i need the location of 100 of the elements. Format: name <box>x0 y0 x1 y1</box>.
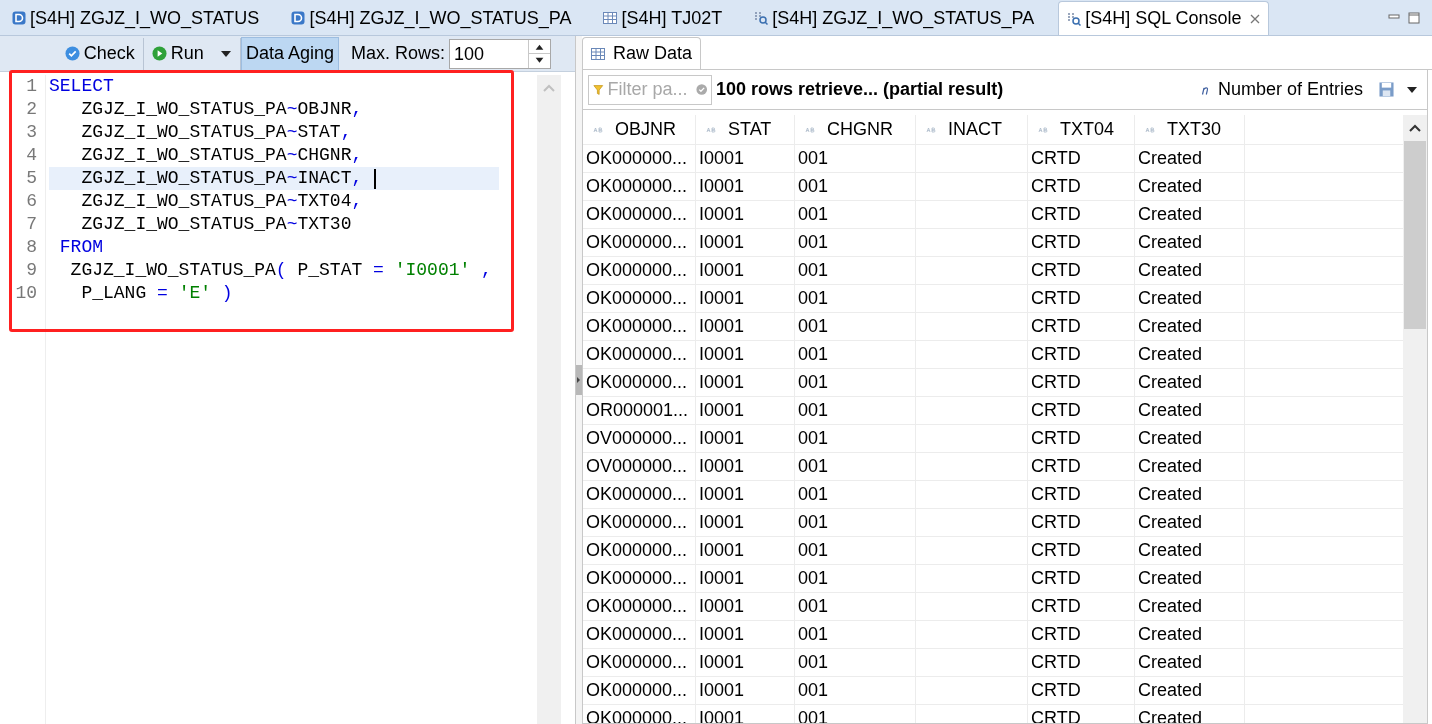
number-of-entries-button[interactable]: Number of Entries <box>1200 76 1363 103</box>
table-cell-text: 001 <box>798 595 829 618</box>
caret-icon[interactable] <box>1406 85 1418 94</box>
table-cell-text: Created <box>1138 679 1203 702</box>
line-number: 9 <box>26 259 37 282</box>
table-cell-text: OV000000... <box>586 427 688 450</box>
text-cursor <box>374 168 377 189</box>
editor-tab[interactable]: [S4H] ZGJZ_I_WO_STATUS <box>4 1 268 35</box>
table-cell-text: OK000000... <box>586 259 688 282</box>
column-header[interactable]: TXT04 <box>1028 115 1135 144</box>
table-cell-text: OK000000... <box>586 147 688 170</box>
table-cell-text: Created <box>1138 231 1203 254</box>
table-cell-text: I0001 <box>699 259 745 282</box>
text-type-icon <box>1145 126 1155 133</box>
table-cell-text: Created <box>1138 399 1203 422</box>
column-header[interactable]: CHGNR <box>795 115 916 144</box>
table-cell-text: OK000000... <box>586 483 688 506</box>
line-number: 7 <box>26 213 37 236</box>
column-header[interactable]: TXT30 <box>1135 115 1245 144</box>
caret-icon <box>219 49 232 58</box>
table-cell-text: I0001 <box>699 455 745 478</box>
table-cell-text: CRTD <box>1031 679 1081 702</box>
check-button[interactable]: Check <box>56 37 144 70</box>
raw-data-tab[interactable]: Raw Data <box>582 37 702 69</box>
table-cell-text: I0001 <box>699 511 745 534</box>
table-cell-text: I0001 <box>699 483 745 506</box>
text-type-icon <box>1038 126 1048 133</box>
vertical-scrollbar[interactable] <box>537 75 561 724</box>
table-cell-text: Created <box>1138 455 1203 478</box>
table-cell-text: OK000000... <box>586 511 688 534</box>
run-button[interactable]: Run <box>143 37 212 70</box>
table-cell-text: Created <box>1138 259 1203 282</box>
table-cell-text: I0001 <box>699 231 745 254</box>
count-icon <box>1200 84 1210 95</box>
table-cell-text: CRTD <box>1031 399 1081 422</box>
table-cell-text: Created <box>1138 315 1203 338</box>
table-cell-text: CRTD <box>1031 343 1081 366</box>
table-cell-text: I0001 <box>699 595 745 618</box>
data-aging-button[interactable]: Data Aging <box>240 36 339 71</box>
table-cell-text: I0001 <box>699 371 745 394</box>
filter-field[interactable]: Filter pa... <box>588 74 712 105</box>
table-cell-text: Created <box>1138 595 1203 618</box>
max-rows-spinner[interactable]: 100 <box>449 38 551 69</box>
table-cell-text: CRTD <box>1031 315 1081 338</box>
vertical-scrollbar[interactable] <box>1403 115 1427 723</box>
table-cell-text: 001 <box>798 259 829 282</box>
code-line: ZGJZ_I_WO_STATUS_PA( P_STAT = 'I0001' , <box>69 259 493 282</box>
table-cell-text: I0001 <box>699 427 745 450</box>
line-number: 5 <box>26 167 37 190</box>
document-icon <box>291 11 306 25</box>
code-line: ZGJZ_I_WO_STATUS_PA~TXT30 <box>80 213 353 236</box>
table-cell-text: CRTD <box>1031 623 1081 646</box>
scroll-up-icon[interactable] <box>1408 123 1422 133</box>
run-icon <box>151 46 167 61</box>
table-cell-text: Created <box>1138 427 1203 450</box>
table-cell-text: Created <box>1138 147 1203 170</box>
table-cell-text: 001 <box>798 539 829 562</box>
editor-tab[interactable]: [S4H] ZGJZ_I_WO_STATUS_PA <box>746 1 1043 35</box>
table-cell-text: 001 <box>798 427 829 450</box>
column-header[interactable]: STAT <box>696 115 795 144</box>
column-header[interactable]: INACT <box>916 115 1028 144</box>
maximize-icon[interactable] <box>1408 11 1420 24</box>
editor-tab[interactable]: [S4H] TJ02T <box>595 1 731 35</box>
table-cell-text: 001 <box>798 343 829 366</box>
editor-tab[interactable]: [S4H] ZGJZ_I_WO_STATUS_PA <box>283 1 580 35</box>
table-cell-text: I0001 <box>699 539 745 562</box>
table-cell-text: 001 <box>798 399 829 422</box>
code-line: SELECT <box>49 75 115 98</box>
table-cell-text: Created <box>1138 175 1203 198</box>
editor-tab[interactable]: [S4H] SQL Console <box>1058 1 1269 35</box>
panel-sash[interactable] <box>576 36 582 724</box>
table-cell-text: OK000000... <box>586 651 688 674</box>
result-status: 100 rows retrieve... (partial result) <box>716 78 1004 101</box>
close-icon[interactable] <box>1249 13 1260 24</box>
table-cell-text: I0001 <box>699 567 745 590</box>
table-cell-text: I0001 <box>699 343 745 366</box>
table-cell-text: I0001 <box>699 651 745 674</box>
table-cell-text: CRTD <box>1031 511 1081 534</box>
table-cell-text: 001 <box>798 203 829 226</box>
table-cell-text: Created <box>1138 203 1203 226</box>
line-number: 1 <box>26 75 37 98</box>
table-cell-text: OK000000... <box>586 623 688 646</box>
table-cell-text: Created <box>1138 539 1203 562</box>
table-cell-text: CRTD <box>1031 259 1081 282</box>
line-number: 4 <box>26 144 37 167</box>
table-cell-text: OK000000... <box>586 539 688 562</box>
table-cell-text: 001 <box>798 175 829 198</box>
table-cell-text: 001 <box>798 147 829 170</box>
save-icon[interactable] <box>1379 82 1394 97</box>
table-cell-text: 001 <box>798 511 829 534</box>
clear-icon[interactable] <box>695 83 707 96</box>
scrollbar-thumb[interactable] <box>1404 141 1426 329</box>
table-cell-text: I0001 <box>699 679 745 702</box>
line-number: 8 <box>26 236 37 259</box>
table-cell-text: 001 <box>798 651 829 674</box>
column-header[interactable]: OBJNR <box>583 115 696 144</box>
line-number: 3 <box>26 121 37 144</box>
table-cell-text: OK000000... <box>586 175 688 198</box>
table-cell-text: CRTD <box>1031 231 1081 254</box>
table-cell-text: OK000000... <box>586 287 688 310</box>
